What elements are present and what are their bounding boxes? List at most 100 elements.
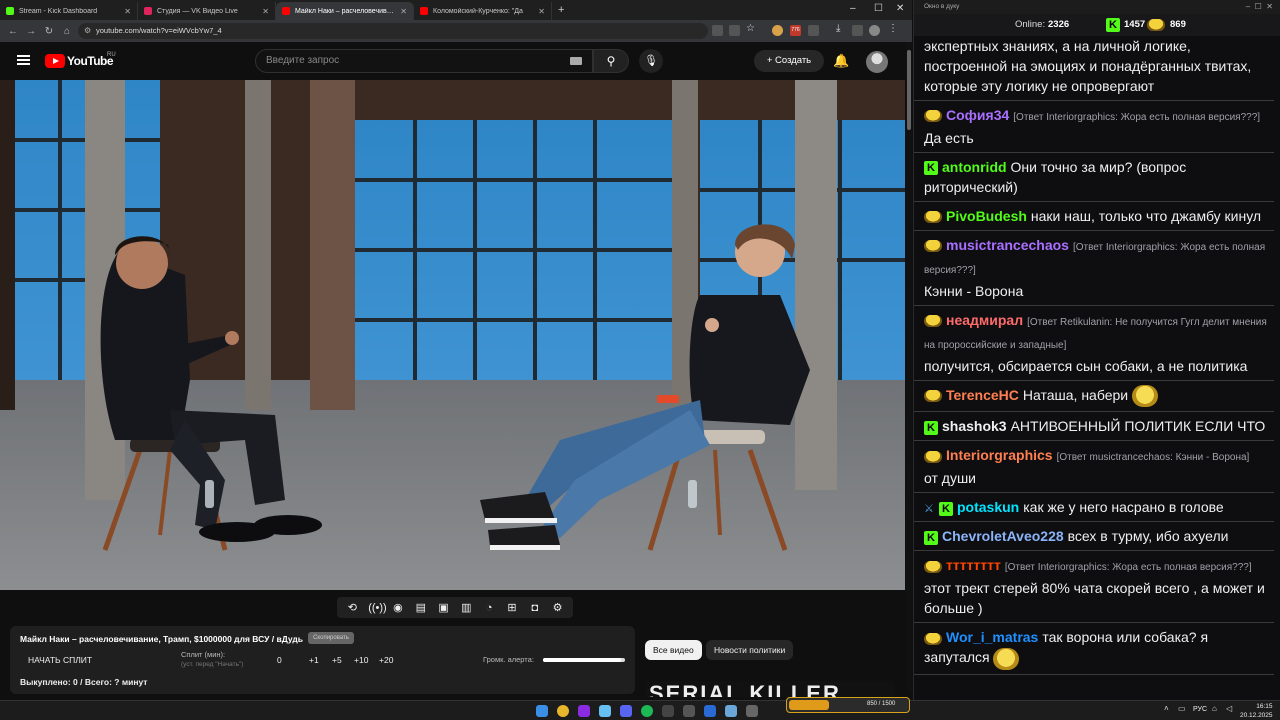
chat-username[interactable]: potaskun (957, 499, 1019, 515)
chat-username[interactable]: Wor_i_matras (946, 629, 1038, 645)
extensions-puzzle-icon[interactable] (808, 25, 819, 36)
tab-youtube-2[interactable]: Коломойский-Курченко: "Да ✕ (414, 2, 552, 20)
chat-username[interactable]: musictrancechaos (946, 237, 1069, 253)
video-frame (0, 80, 905, 590)
spotify-icon[interactable] (641, 705, 653, 717)
media-player-icon[interactable] (704, 705, 716, 717)
chat-message-list[interactable]: экспертных знаниях, а на личной логике, … (914, 36, 1280, 700)
chat-username[interactable]: София34 (946, 107, 1009, 123)
close-icon[interactable]: ✕ (124, 7, 131, 16)
theater-mode-icon[interactable]: ▥ (459, 602, 473, 614)
video-player[interactable] (0, 80, 905, 590)
chat-username[interactable]: неадмирал (946, 312, 1023, 328)
split-add-1-button[interactable]: +1 (309, 655, 319, 665)
speed-gauge-icon[interactable]: ◔ (482, 602, 496, 614)
next-video-thumbnail[interactable]: SERIAL KILLER (645, 681, 895, 697)
download-icon[interactable]: ⤓ (836, 23, 847, 34)
chat-username[interactable]: Interiorgraphics (946, 447, 1053, 463)
add-to-playlist-icon[interactable]: ⊞ (505, 602, 519, 614)
video-title: Майкл Наки – расчеловечивание, Трамп, $1… (20, 634, 304, 644)
screenshot-camera-icon[interactable]: ◘ (528, 602, 542, 614)
clock[interactable]: 16:15 20.12.2025 (1240, 702, 1273, 720)
chip-all-videos[interactable]: Все видео (645, 640, 702, 660)
url-field[interactable]: ⚙ youtube.com/watch?v=eiWVcbYw7_4 (78, 23, 708, 39)
site-info-icon[interactable]: ⚙ (84, 23, 91, 39)
minimize-icon[interactable]: – (850, 3, 856, 14)
volume-icon[interactable]: ◁ (1226, 704, 1232, 713)
tray-chevron-icon[interactable]: ˄ (1164, 704, 1169, 713)
split-add-20-button[interactable]: +20 (379, 655, 393, 665)
tab-youtube-active[interactable]: Майкл Наки – расчеловечивание ✕ (276, 2, 414, 20)
page-scrollbar-thumb[interactable] (907, 50, 911, 130)
profile-icon[interactable] (869, 25, 880, 36)
notifications-bell-icon[interactable]: 🔔 (833, 53, 849, 69)
terminal-icon[interactable] (725, 705, 737, 717)
chat-reply-quote: [Ответ musictrancechaos: Кэнни - Ворона] (1056, 452, 1250, 464)
obs-icon[interactable] (662, 705, 674, 717)
input-language[interactable]: РУС (1193, 706, 1207, 713)
chrome-icon[interactable] (557, 705, 569, 717)
picture-in-picture-icon[interactable]: ▣ (437, 602, 451, 614)
app-icon[interactable] (683, 705, 695, 717)
split-add-5-button[interactable]: +5 (332, 655, 342, 665)
chat-username[interactable]: TerenceHC (946, 387, 1019, 403)
folder-icon[interactable] (746, 705, 758, 717)
alert-volume-slider[interactable] (543, 658, 625, 662)
windows-start-icon[interactable] (536, 705, 548, 717)
close-icon[interactable]: ✕ (400, 7, 407, 16)
chat-username[interactable]: shashok3 (942, 418, 1007, 434)
tab-vk-studio[interactable]: Студия — VK Видео Live ✕ (138, 2, 276, 20)
reload-icon[interactable]: ↻ (40, 26, 58, 37)
chip-politics-news[interactable]: Новости политики (706, 640, 794, 660)
chat-window: Окно в дуку – ☐ ✕ Online: 2326 K 1457 86… (913, 0, 1280, 700)
close-icon[interactable]: ✕ (538, 7, 545, 16)
kick-badge-icon: K (924, 161, 938, 176)
forward-icon[interactable]: → (22, 26, 40, 37)
page-scrollbar[interactable] (906, 42, 912, 692)
maximize-icon[interactable]: ☐ (874, 3, 883, 14)
chat-window-controls[interactable]: – ☐ ✕ (1246, 0, 1273, 14)
twitch-emote-icon (1147, 19, 1165, 31)
search-button[interactable]: ⚲ (593, 49, 629, 73)
cast-icon[interactable] (712, 25, 723, 36)
keyboard-icon[interactable] (570, 57, 582, 65)
loop-icon[interactable]: ⟲ (345, 602, 359, 614)
back-icon[interactable]: ← (4, 26, 22, 37)
watch-stats-icon[interactable]: ◉ (391, 602, 405, 614)
start-split-button[interactable]: НАЧАТЬ СПЛИТ (28, 655, 92, 665)
translate-icon[interactable] (729, 25, 740, 36)
voice-search-button[interactable]: 🎙 (639, 49, 663, 73)
chat-username[interactable]: ChevroletAveo228 (942, 528, 1064, 544)
chat-username[interactable]: antonridd (942, 159, 1007, 175)
settings-gear-icon[interactable]: ⚙ (551, 602, 565, 614)
search-icon: ⚲ (606, 54, 616, 68)
youtube-logo-icon[interactable] (45, 54, 65, 68)
chat-username[interactable]: PivoBudesh (946, 208, 1027, 224)
kick-badge-icon: K (924, 420, 938, 435)
twitch-app-icon[interactable] (578, 705, 590, 717)
broadcast-icon[interactable]: ((•)) (368, 602, 387, 614)
copy-title-button[interactable]: Скопировать (308, 632, 354, 644)
close-window-icon[interactable]: ✕ (896, 3, 904, 14)
home-icon[interactable]: ⌂ (58, 26, 76, 37)
create-button[interactable]: + Создать (754, 50, 824, 72)
extension-icon[interactable] (772, 25, 783, 36)
discord-icon[interactable] (620, 705, 632, 717)
split-view-icon[interactable] (852, 25, 863, 36)
steam-icon[interactable] (599, 705, 611, 717)
split-add-10-button[interactable]: +10 (354, 655, 368, 665)
close-icon[interactable]: ✕ (262, 7, 269, 16)
tray-app-icon[interactable]: ▭ (1178, 704, 1186, 713)
chat-username[interactable]: тттттттт (946, 557, 1001, 573)
menu-icon[interactable] (17, 55, 30, 65)
new-tab-icon[interactable]: + (558, 4, 564, 16)
twitch-badge-icon (924, 315, 942, 328)
network-icon[interactable]: ⌂ (1212, 704, 1217, 713)
tab-kick-dashboard[interactable]: Stream - Kick Dashboard ✕ (0, 2, 138, 20)
film-icon[interactable]: ▤ (414, 602, 428, 614)
search-input[interactable]: Введите запрос (255, 49, 593, 73)
bookmark-star-icon[interactable]: ☆ (746, 23, 757, 34)
menu-dots-icon[interactable]: ⋮ (888, 23, 899, 34)
avatar[interactable] (866, 51, 888, 73)
extension-counter-icon[interactable]: 776 (790, 25, 801, 36)
